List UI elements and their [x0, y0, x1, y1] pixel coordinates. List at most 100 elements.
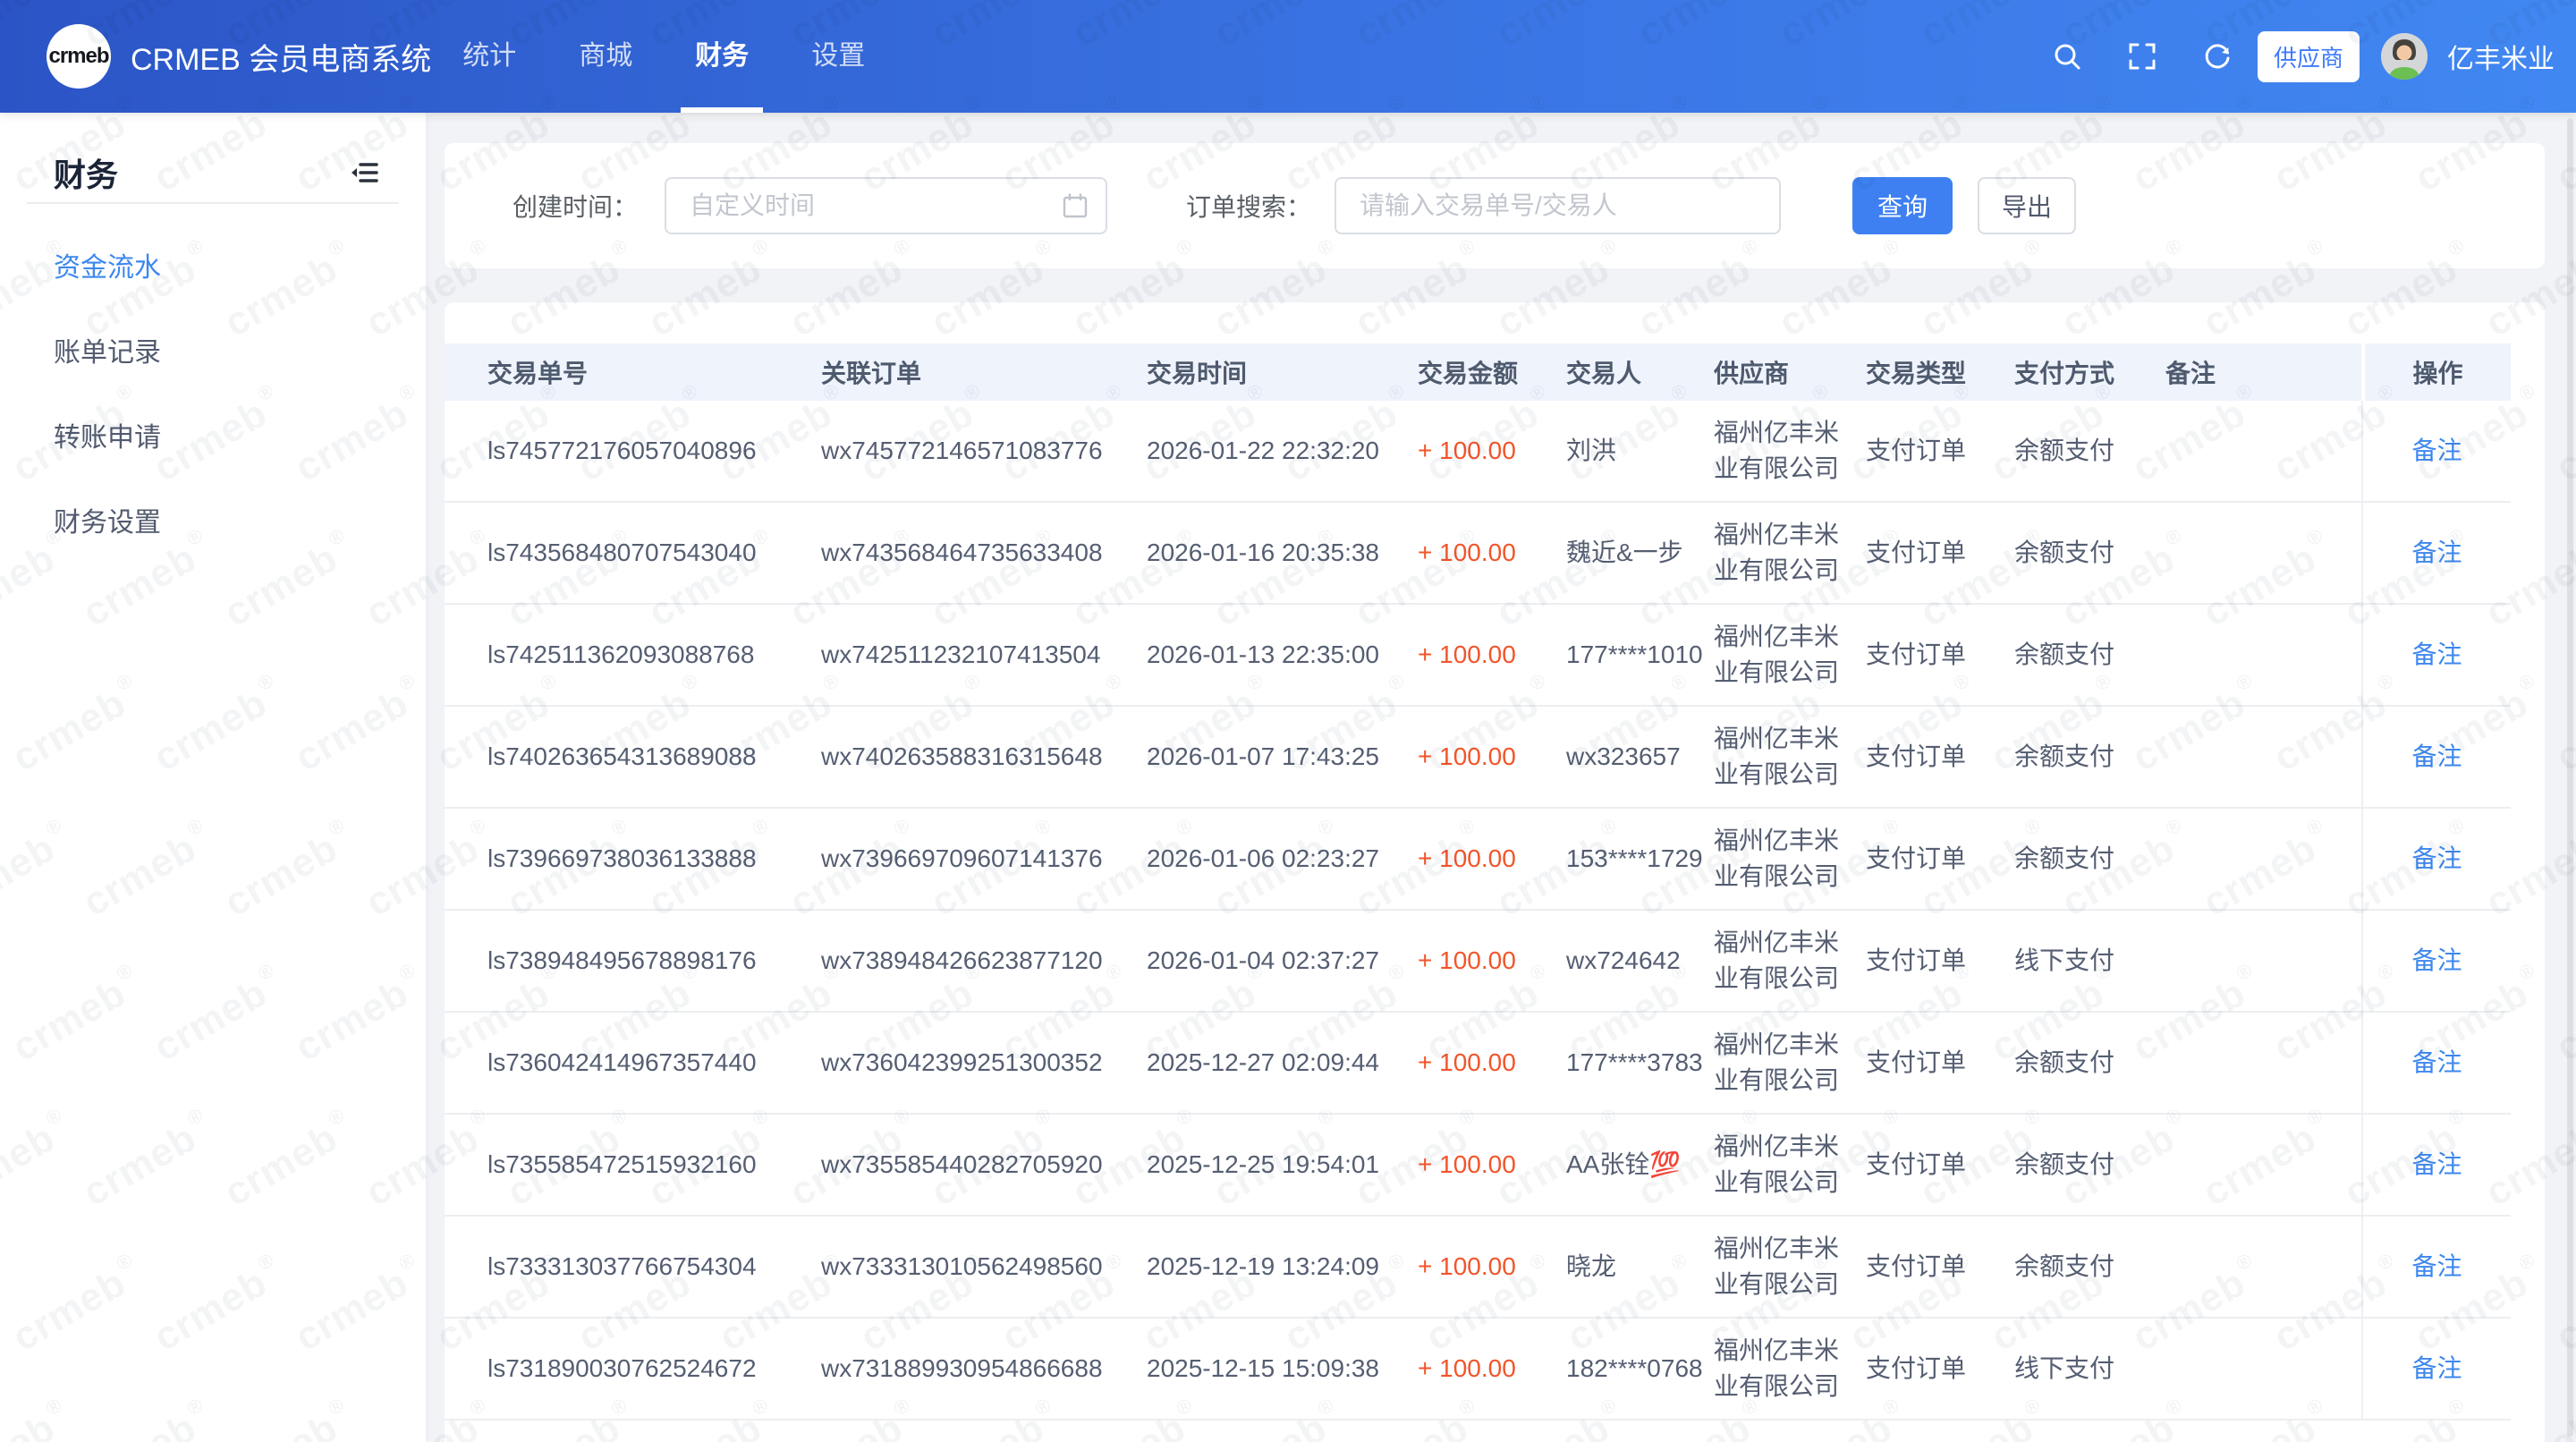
- remark-action-link[interactable]: 备注: [2411, 1351, 2462, 1387]
- table-body: ls745772176057040896 wx74577214657108377…: [445, 401, 2545, 1421]
- sidebar-item-finance-settings[interactable]: 财务设置: [0, 477, 426, 562]
- col-pay-method: 支付方式: [2014, 344, 2165, 401]
- remark-action-link[interactable]: 备注: [2411, 637, 2462, 673]
- cell-trade-type: 支付订单: [1866, 1319, 2014, 1419]
- sidebar-item-bill-records[interactable]: 账单记录: [0, 307, 426, 392]
- cell-remark: [2165, 1319, 2361, 1419]
- cell-trade-type: 支付订单: [1866, 503, 2014, 603]
- create-time-label: 创建时间：: [513, 188, 638, 224]
- cell-remark: [2165, 911, 2361, 1011]
- cell-trade-no: ls740263654313689088: [487, 707, 821, 807]
- cell-order-no: wx738948426623877120: [821, 911, 1147, 1011]
- cell-trade-amount: + 100.00: [1418, 809, 1566, 909]
- supplier-role-badge: 供应商: [2258, 31, 2360, 82]
- col-remark: 备注: [2165, 344, 2361, 401]
- cell-action: 备注: [2361, 809, 2511, 909]
- sidebar-menu: 资金流水 账单记录 转账申请 财务设置: [0, 204, 426, 562]
- sidebar-item-fund-flow[interactable]: 资金流水: [0, 222, 426, 307]
- cell-remark: [2165, 605, 2361, 705]
- app-title: CRMEB 会员电商系统: [131, 35, 431, 79]
- table-row: ls742511362093088768 wx74251123210741350…: [445, 605, 2511, 707]
- cell-supplier: 福州亿丰米业有限公司: [1714, 1013, 1866, 1113]
- cell-trade-no: ls736042414967357440: [487, 1013, 821, 1113]
- fund-flow-table-card: 交易单号 关联订单 交易时间 交易金额 交易人 供应商 交易类型 支付方式 备注…: [445, 302, 2545, 1442]
- cell-order-no: wx743568464735633408: [821, 503, 1147, 603]
- cell-remark: [2165, 401, 2361, 501]
- col-trade-amount: 交易金额: [1418, 344, 1566, 401]
- cell-order-no: wx740263588316315648: [821, 707, 1147, 807]
- cell-pay-method: 余额支付: [2014, 707, 2165, 807]
- fullscreen-icon[interactable]: [2127, 41, 2157, 72]
- search-icon[interactable]: [2052, 41, 2082, 72]
- query-button[interactable]: 查询: [1852, 177, 1953, 234]
- remark-action-link[interactable]: 备注: [2411, 1249, 2462, 1285]
- date-range-wrap: [665, 177, 1107, 234]
- col-trade-time: 交易时间: [1147, 344, 1418, 401]
- remark-action-link[interactable]: 备注: [2411, 433, 2462, 469]
- cell-trade-type: 支付订单: [1866, 401, 2014, 501]
- table-row: ls736042414967357440 wx73604239925130035…: [445, 1013, 2511, 1115]
- table-row: ls745772176057040896 wx74577214657108377…: [445, 401, 2511, 503]
- table-row: ls739669738036133888 wx73966970960714137…: [445, 809, 2511, 911]
- remark-action-link[interactable]: 备注: [2411, 535, 2462, 571]
- col-order-no: 关联订单: [821, 344, 1147, 401]
- cell-trader: wx323657: [1566, 707, 1714, 807]
- order-search-label: 订单搜索：: [1186, 188, 1311, 224]
- order-search-input[interactable]: [1335, 177, 1781, 234]
- nav-item-mall[interactable]: 商城: [547, 0, 664, 113]
- cell-trade-amount: + 100.00: [1418, 605, 1566, 705]
- remark-action-link[interactable]: 备注: [2411, 1147, 2462, 1183]
- cell-pay-method: 余额支付: [2014, 1013, 2165, 1113]
- cell-trader: 177****3783: [1566, 1013, 1714, 1113]
- cell-remark: [2165, 809, 2361, 909]
- sidebar-header: 财务: [0, 113, 426, 202]
- cell-supplier: 福州亿丰米业有限公司: [1714, 1319, 1866, 1419]
- collapse-sidebar-icon[interactable]: [349, 160, 379, 185]
- nav-item-statistics[interactable]: 统计: [431, 0, 547, 113]
- cell-trader: 177****1010: [1566, 605, 1714, 705]
- cell-action: 备注: [2361, 605, 2511, 705]
- cell-trade-type: 支付订单: [1866, 1115, 2014, 1215]
- cell-trade-no: ls731890030762524672: [487, 1319, 821, 1419]
- cell-pay-method: 余额支付: [2014, 605, 2165, 705]
- refresh-icon[interactable]: [2202, 41, 2233, 72]
- cell-trade-time: 2025-12-27 02:09:44: [1147, 1013, 1418, 1113]
- cell-action: 备注: [2361, 1013, 2511, 1113]
- table-row: ls743568480707543040 wx74356846473563340…: [445, 503, 2511, 605]
- username-label[interactable]: 亿丰米业: [2447, 37, 2555, 76]
- cell-trader: wx724642: [1566, 911, 1714, 1011]
- remark-action-link[interactable]: 备注: [2411, 841, 2462, 877]
- sidebar-item-transfer-request[interactable]: 转账申请: [0, 392, 426, 477]
- cell-trade-time: 2026-01-06 02:23:27: [1147, 809, 1418, 909]
- cell-remark: [2165, 1217, 2361, 1317]
- cell-order-no: wx742511232107413504: [821, 605, 1147, 705]
- user-avatar[interactable]: [2381, 33, 2428, 80]
- nav-item-settings[interactable]: 设置: [780, 0, 896, 113]
- cell-trade-time: 2026-01-13 22:35:00: [1147, 605, 1418, 705]
- cell-trade-type: 支付订单: [1866, 911, 2014, 1011]
- date-range-input[interactable]: [665, 177, 1107, 234]
- cell-trader: 晓龙: [1566, 1217, 1714, 1317]
- cell-trader: 182****0768: [1566, 1319, 1714, 1419]
- nav-item-finance[interactable]: 财务: [664, 0, 780, 113]
- vertical-scrollbar[interactable]: [2567, 118, 2573, 1437]
- cell-trade-no: ls745772176057040896: [487, 401, 821, 501]
- table-row: ls740263654313689088 wx74026358831631564…: [445, 707, 2511, 809]
- cell-order-no: wx735585440282705920: [821, 1115, 1147, 1215]
- cell-supplier: 福州亿丰米业有限公司: [1714, 401, 1866, 501]
- sidebar: 财务 资金流水 账单记录 转账申请 财务设置: [0, 113, 426, 1442]
- remark-action-link[interactable]: 备注: [2411, 739, 2462, 775]
- col-trade-type: 交易类型: [1866, 344, 2014, 401]
- export-button[interactable]: 导出: [1978, 177, 2076, 234]
- cell-remark: [2165, 1013, 2361, 1113]
- remark-action-link[interactable]: 备注: [2411, 1045, 2462, 1081]
- col-supplier: 供应商: [1714, 344, 1866, 401]
- remark-action-link[interactable]: 备注: [2411, 943, 2462, 979]
- cell-trade-time: 2026-01-16 20:35:38: [1147, 503, 1418, 603]
- table-row: ls731890030762524672 wx73188993095486668…: [445, 1319, 2511, 1421]
- cell-trade-type: 支付订单: [1866, 1013, 2014, 1113]
- cell-action: 备注: [2361, 503, 2511, 603]
- cell-pay-method: 余额支付: [2014, 401, 2165, 501]
- cell-pay-method: 余额支付: [2014, 503, 2165, 603]
- cell-order-no: wx736042399251300352: [821, 1013, 1147, 1113]
